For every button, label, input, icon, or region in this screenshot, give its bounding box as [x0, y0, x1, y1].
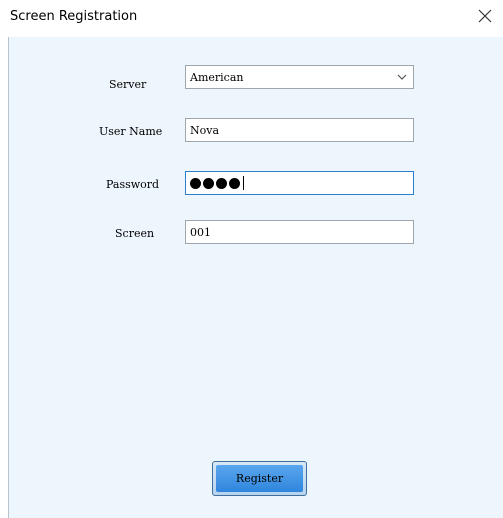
password-dot — [229, 177, 240, 189]
password-label: Password — [106, 178, 160, 191]
register-button[interactable]: Register — [212, 461, 307, 496]
password-dot — [190, 177, 201, 189]
screen-label: Screen — [115, 227, 155, 240]
window-title: Screen Registration — [10, 9, 138, 24]
text-caret — [243, 176, 244, 190]
server-value: American — [190, 70, 244, 84]
chevron-down-icon — [397, 74, 407, 80]
form-panel: Server American User Name Nova Password … — [8, 37, 503, 518]
server-select[interactable]: American — [185, 65, 414, 89]
screen-input[interactable]: 001 — [185, 220, 414, 244]
close-button[interactable] — [475, 6, 495, 26]
server-label: Server — [109, 78, 147, 91]
user-name-input[interactable]: Nova — [185, 118, 414, 142]
user-name-label: User Name — [99, 125, 163, 138]
close-icon — [478, 9, 492, 23]
password-input[interactable] — [185, 171, 414, 195]
password-dot — [216, 177, 227, 189]
title-bar: Screen Registration — [0, 0, 503, 37]
password-dot — [203, 177, 214, 189]
register-button-label: Register — [216, 465, 303, 492]
screen-value: 001 — [190, 225, 211, 239]
registration-window: Screen Registration Server American User… — [0, 0, 503, 518]
password-mask — [190, 172, 244, 194]
user-name-value: Nova — [190, 123, 220, 137]
